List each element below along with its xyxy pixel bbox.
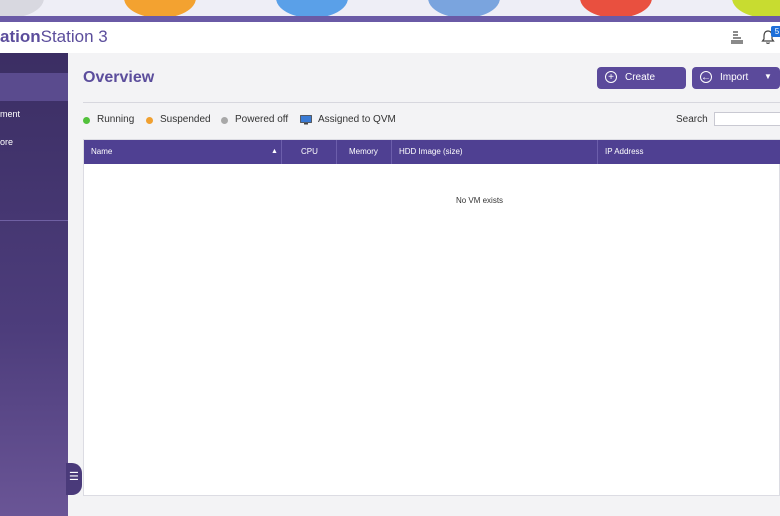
- monitor-icon: [300, 115, 312, 125]
- sidebar-item-overview[interactable]: [0, 73, 68, 101]
- legend-running: Running: [97, 114, 135, 125]
- app-header: ationStation 3: [0, 22, 780, 54]
- create-button[interactable]: + Create: [597, 67, 686, 89]
- app-title: ationStation 3: [0, 27, 108, 46]
- column-divider: [336, 140, 337, 164]
- desktop-strip: [0, 0, 780, 22]
- plus-icon: +: [605, 71, 617, 83]
- sidebar-divider: [0, 220, 68, 221]
- suspended-status-icon: [146, 117, 153, 124]
- tasks-icon[interactable]: [729, 29, 745, 45]
- column-header-hdd-image[interactable]: HDD Image (size): [399, 140, 463, 164]
- column-header-cpu[interactable]: CPU: [301, 140, 318, 164]
- powered-off-status-icon: [221, 117, 228, 124]
- column-header-ip-address[interactable]: IP Address: [605, 140, 644, 164]
- sort-ascending-icon[interactable]: ▲: [271, 140, 278, 164]
- import-icon: ←: [700, 71, 712, 83]
- legend-powered-off: Powered off: [235, 114, 289, 125]
- empty-table-message: No VM exists: [455, 196, 504, 205]
- search-input[interactable]: [714, 112, 780, 126]
- page-title: Overview: [83, 69, 155, 86]
- chevron-down-icon[interactable]: ▼: [764, 72, 772, 81]
- legend-assigned-to-qvm: Assigned to QVM: [318, 114, 396, 125]
- legend-suspended: Suspended: [160, 114, 211, 125]
- notification-badge: 5: [771, 26, 780, 37]
- import-button[interactable]: ← Import ▼: [692, 67, 780, 89]
- header-separator: [83, 102, 780, 103]
- sidebar-item-store[interactable]: ore: [0, 137, 13, 147]
- column-header-name[interactable]: Name: [91, 140, 112, 164]
- table-header: Name ▲ CPU Memory HDD Image (size) IP Ad…: [84, 140, 780, 164]
- column-divider: [281, 140, 282, 164]
- running-status-icon: [83, 117, 90, 124]
- sidebar: ment ore: [0, 53, 68, 516]
- menu-icon: ☰: [69, 471, 79, 483]
- search-label: Search: [676, 114, 708, 125]
- column-header-memory[interactable]: Memory: [349, 140, 378, 164]
- vm-table: Name ▲ CPU Memory HDD Image (size) IP Ad…: [83, 139, 780, 496]
- column-divider: [597, 140, 598, 164]
- column-divider: [391, 140, 392, 164]
- sidebar-item-management[interactable]: ment: [0, 109, 20, 119]
- sidebar-collapse-button[interactable]: ☰: [66, 463, 82, 495]
